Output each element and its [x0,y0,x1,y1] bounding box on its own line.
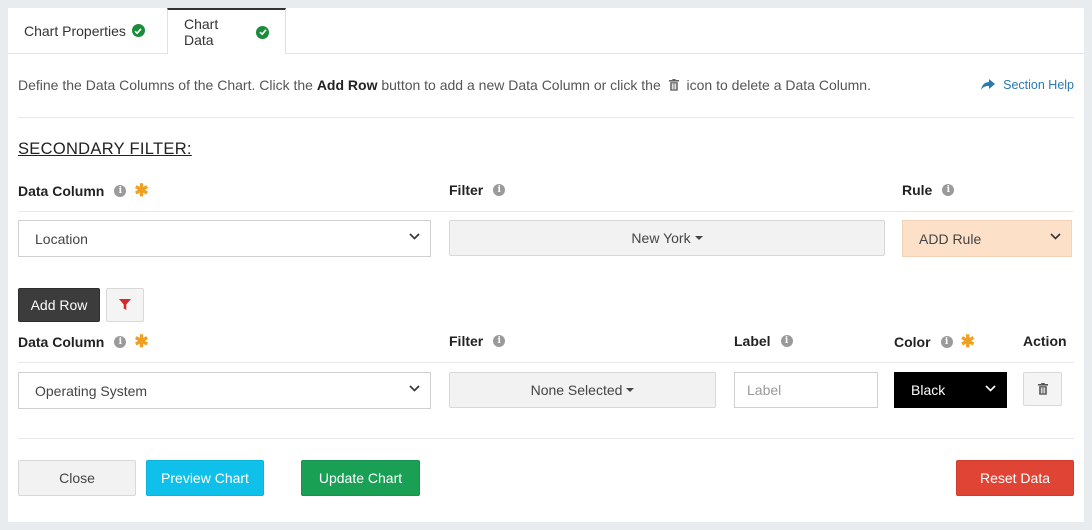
required-star-icon: ✱ [134,181,149,200]
action-header: Action [1023,333,1067,349]
info-icon[interactable]: i [780,335,793,347]
check-circle-icon [131,24,145,37]
secondary-filter-dropdown[interactable]: New York [449,220,885,256]
chart-data-panel: Chart Properties Chart Data Define the D… [8,8,1084,522]
caret-down-icon [694,236,703,240]
funnel-icon [119,299,131,310]
delete-row-button[interactable] [1023,372,1062,406]
info-icon[interactable]: i [940,335,953,348]
label-header: Label i [734,333,793,349]
color-select[interactable]: Black [894,372,1007,408]
section-help-link[interactable]: Section Help [981,78,1074,92]
tab-bar: Chart Properties Chart Data [8,8,1084,54]
tab-label: Chart Data [184,16,219,48]
filter-toggle-button[interactable] [106,288,144,322]
trash-icon [1037,383,1048,395]
data-column-header: Data Column i ✱ [18,181,149,200]
check-circle-icon [256,25,269,39]
rule-select[interactable]: ADD Rule [902,220,1072,257]
tab-chart-properties[interactable]: Chart Properties [8,8,167,53]
tab-chart-data[interactable]: Chart Data [167,8,286,54]
update-chart-button[interactable]: Update Chart [301,460,420,496]
info-icon[interactable]: i [114,184,127,197]
divider [18,117,1074,118]
info-icon[interactable]: i [493,335,506,347]
divider [18,211,1074,212]
divider [18,438,1074,439]
required-star-icon: ✱ [134,332,149,351]
trash-icon [668,78,679,94]
add-row-emphasis: Add Row [316,77,378,93]
filter-header: Filter i [449,182,506,198]
preview-chart-button[interactable]: Preview Chart [146,460,264,496]
reset-data-button[interactable]: Reset Data [956,460,1074,496]
row-filter-dropdown[interactable]: None Selected [449,372,716,408]
color-header: Color i ✱ [894,332,975,351]
divider [18,362,1074,363]
close-button[interactable]: Close [18,460,136,496]
required-star-icon: ✱ [960,332,975,351]
chevron-down-icon [1050,233,1061,240]
label-input[interactable] [734,372,878,408]
caret-down-icon [626,388,635,392]
info-icon[interactable]: i [114,335,127,348]
chevron-down-icon [409,385,420,392]
data-column-select[interactable]: Operating System [18,372,431,409]
info-icon[interactable]: i [493,184,506,196]
add-row-button[interactable]: Add Row [18,288,100,322]
tab-label: Chart Properties [24,22,126,39]
filter-header: Filter i [449,333,506,349]
data-column-header: Data Column i ✱ [18,332,149,351]
secondary-data-column-select[interactable]: Location [18,220,431,257]
info-icon[interactable]: i [942,184,955,196]
share-arrow-icon [981,79,996,90]
chevron-down-icon [409,233,420,240]
secondary-filter-title: SECONDARY FILTER: [18,140,192,158]
rule-header: Rule i [902,182,955,198]
chevron-down-icon [985,385,996,392]
description-text: Define the Data Columns of the Chart. Cl… [18,77,871,94]
